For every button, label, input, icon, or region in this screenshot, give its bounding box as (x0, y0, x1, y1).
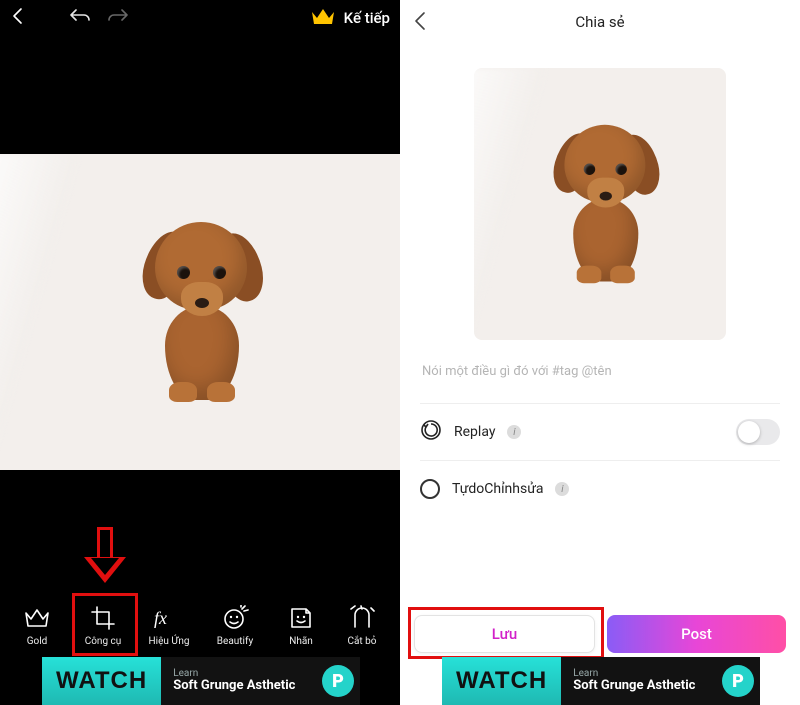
back-icon[interactable] (412, 10, 428, 36)
info-icon[interactable]: i (555, 482, 569, 496)
editor-header: Kế tiếp (0, 0, 400, 36)
ad-banner[interactable]: WATCH Learn Soft Grunge Asthetic P (442, 657, 760, 705)
replay-icon (420, 419, 442, 445)
tool-gold[interactable]: Gold (4, 596, 70, 654)
sticker-icon (288, 604, 314, 632)
tool-beautify[interactable]: Beautify (202, 596, 268, 654)
next-button[interactable]: Kế tiếp (344, 9, 390, 27)
canvas[interactable] (0, 154, 400, 470)
info-icon[interactable]: i (507, 425, 521, 439)
svg-text:fx: fx (154, 608, 167, 628)
picsart-logo-icon: P (722, 665, 754, 697)
post-button[interactable]: Post (607, 615, 786, 653)
back-icon[interactable] (10, 6, 26, 30)
tool-label: Công cụ (85, 636, 122, 647)
share-preview[interactable] (474, 68, 726, 340)
tool-tools[interactable]: Công cụ (70, 596, 136, 654)
cutout-icon (349, 604, 375, 632)
tool-label: Cắt bỏ (347, 636, 376, 647)
crown-icon[interactable] (310, 5, 336, 31)
save-button[interactable]: Lưu (414, 615, 595, 653)
tool-sticker[interactable]: Nhãn (268, 596, 334, 654)
caption-input[interactable]: Nói một điều gì đó với #tag @tên (422, 364, 778, 379)
tool-effects[interactable]: fx Hiệu Ứng (136, 596, 202, 654)
ad-banner[interactable]: WATCH Learn Soft Grunge Asthetic P (42, 657, 360, 705)
editor-screen: Kế tiếp Gol (0, 0, 400, 705)
tool-label: Nhãn (289, 636, 313, 647)
radio-icon[interactable] (420, 479, 440, 499)
freeedit-label: TựdoChỉnhsửa (452, 481, 543, 497)
crop-icon (90, 604, 116, 632)
replay-toggle[interactable] (736, 419, 780, 445)
editor-toolbar: Gold Công cụ fx Hiệu Ứng (0, 593, 400, 657)
picsart-logo-icon: P (322, 665, 354, 697)
ad-text: Learn Soft Grunge Asthetic (573, 668, 695, 693)
ad-watch: WATCH (442, 657, 561, 705)
row-replay[interactable]: Replay i (420, 410, 780, 454)
tool-label: Hiệu Ứng (149, 636, 190, 647)
undo-icon[interactable] (68, 7, 92, 29)
tool-label: Beautify (217, 636, 253, 647)
ad-text: Learn Soft Grunge Asthetic (173, 668, 295, 693)
beautify-icon (221, 604, 249, 632)
replay-label: Replay (454, 424, 495, 440)
fx-icon: fx (154, 604, 184, 632)
crown-outline-icon (23, 604, 51, 632)
row-freeedit[interactable]: TựdoChỉnhsửa i (420, 467, 780, 511)
tool-cutout[interactable]: Cắt bỏ (334, 596, 390, 654)
share-header: Chia sẻ (400, 0, 800, 44)
annotation-arrow (86, 527, 124, 585)
page-title: Chia sẻ (575, 13, 624, 31)
ad-watch: WATCH (42, 657, 161, 705)
share-screen: Chia sẻ Nói một điều gì đó với #tag @tên… (400, 0, 800, 705)
tool-label: Gold (27, 636, 48, 647)
photo-preview (115, 202, 285, 422)
redo-icon[interactable] (106, 7, 130, 29)
